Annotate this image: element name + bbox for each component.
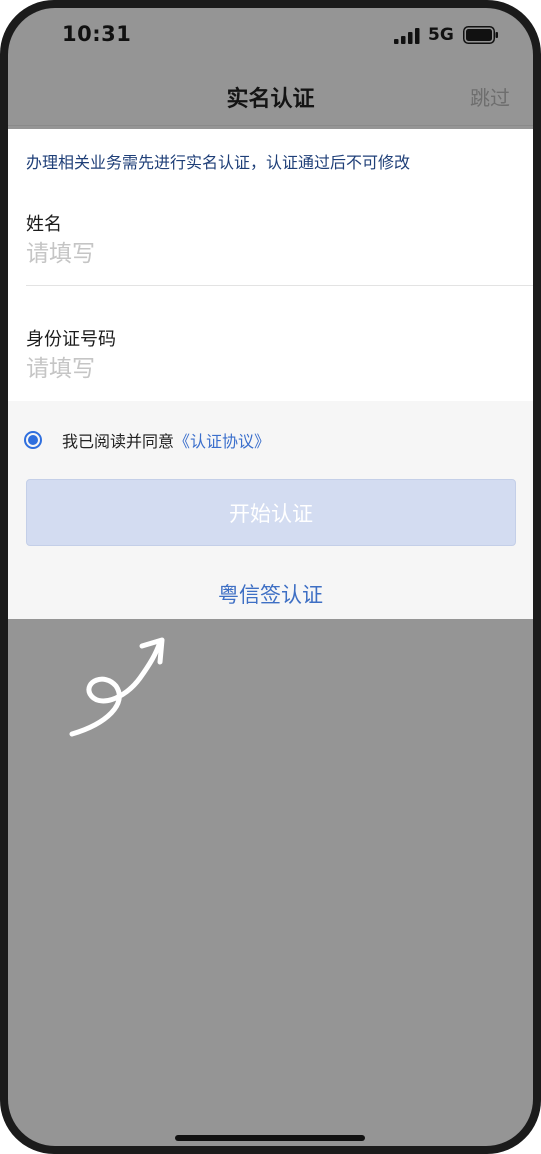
status-bar: 10:31 5G (8, 8, 533, 64)
agreement-text: 我已阅读并同意 (62, 432, 175, 451)
screen: 10:31 5G 实名认证 跳过 办理相关业务需先进行实名认证，认证通过后不可修… (8, 8, 533, 1146)
start-verification-button[interactable]: 开始认证 (26, 479, 516, 546)
status-time: 10:31 (62, 22, 132, 46)
arrow-annotation-icon (69, 637, 165, 737)
page-title: 实名认证 (226, 87, 315, 112)
field-divider (26, 285, 533, 286)
id-number-input[interactable] (26, 356, 516, 382)
agreement-row: 我已阅读并同意 《认证协议》 (24, 429, 270, 451)
home-indicator[interactable] (175, 1135, 365, 1141)
battery-icon (463, 26, 498, 44)
network-type: 5G (428, 25, 454, 45)
action-area: 我已阅读并同意 《认证协议》 开始认证 粤信签认证 (8, 401, 533, 619)
skip-button[interactable]: 跳过 (470, 82, 510, 111)
signal-icon (394, 28, 420, 44)
agreement-link[interactable]: 《认证协议》 (174, 428, 270, 452)
notice-text: 办理相关业务需先进行实名认证，认证通过后不可修改 (26, 153, 411, 172)
id-number-label: 身份证号码 (26, 329, 116, 350)
name-label: 姓名 (26, 214, 62, 235)
real-name-form: 办理相关业务需先进行实名认证，认证通过后不可修改 姓名 身份证号码 (8, 129, 533, 401)
nav-bar: 实名认证 跳过 (8, 68, 533, 126)
agree-radio[interactable] (24, 431, 42, 449)
name-input[interactable] (26, 241, 516, 267)
yuexinqian-verification-link[interactable]: 粤信签认证 (8, 579, 533, 609)
radio-checked-dot (28, 435, 38, 445)
phone-frame: 10:31 5G 实名认证 跳过 办理相关业务需先进行实名认证，认证通过后不可修… (0, 0, 541, 1154)
